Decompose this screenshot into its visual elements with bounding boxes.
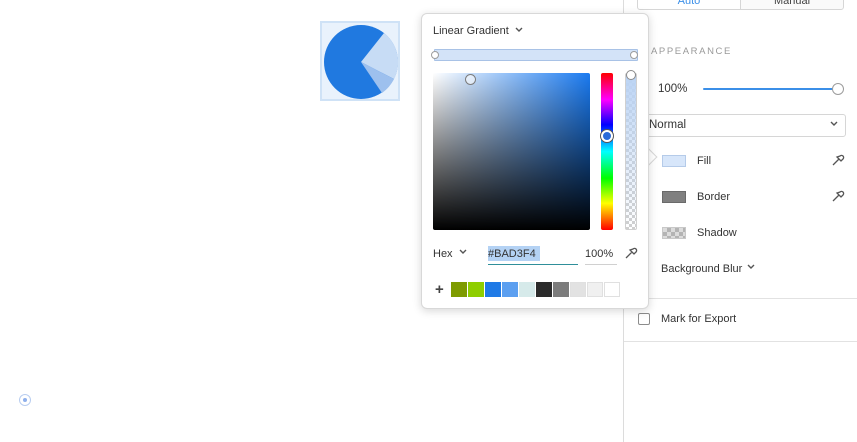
add-swatch-button[interactable]: + <box>435 282 444 297</box>
gradient-bar[interactable] <box>434 49 638 61</box>
opacity-slider-track[interactable] <box>703 88 837 90</box>
eyedropper-icon[interactable] <box>624 246 638 263</box>
color-swatch[interactable] <box>570 282 586 297</box>
saturation-brightness-area[interactable] <box>433 73 590 230</box>
opacity-value[interactable]: 100% <box>658 83 687 95</box>
border-color-swatch[interactable] <box>662 191 686 203</box>
fill-label: Fill <box>697 155 712 167</box>
appearance-header: APPEARANCE <box>651 46 732 57</box>
chevron-down-icon[interactable] <box>746 262 756 275</box>
inspector-panel: Auto Manual APPEARANCE 100% Normal Fill … <box>623 0 857 442</box>
color-swatch[interactable] <box>502 282 518 297</box>
color-swatch[interactable] <box>587 282 603 297</box>
border-label: Border <box>697 191 731 203</box>
artboard-origin-handle[interactable] <box>19 394 31 406</box>
section-divider <box>624 298 857 299</box>
color-swatch[interactable] <box>451 282 467 297</box>
gradient-stop-start[interactable] <box>431 51 439 59</box>
color-mode-select[interactable]: Hex <box>433 248 453 260</box>
section-divider <box>624 341 857 342</box>
gradient-stop-end[interactable] <box>630 51 638 59</box>
chevron-down-icon[interactable] <box>458 247 468 260</box>
color-opacity-value[interactable]: 100% <box>585 248 613 260</box>
color-swatch[interactable] <box>468 282 484 297</box>
eyedropper-icon[interactable] <box>831 153 845 170</box>
shadow-color-swatch[interactable] <box>662 227 686 239</box>
pie-shape[interactable] <box>324 25 398 99</box>
hue-slider[interactable] <box>601 73 613 230</box>
hue-slider-handle[interactable] <box>601 130 613 142</box>
color-area-handle[interactable] <box>465 74 476 85</box>
blend-mode-select[interactable]: Normal <box>640 114 846 137</box>
chevron-down-icon <box>829 119 839 132</box>
opacity-underline <box>585 264 617 265</box>
shadow-label: Shadow <box>697 227 737 239</box>
alpha-slider-handle[interactable] <box>626 70 636 80</box>
eyedropper-icon[interactable] <box>831 189 845 206</box>
mark-for-export-checkbox[interactable] <box>638 313 650 325</box>
segment-manual[interactable]: Manual <box>740 0 844 10</box>
color-swatch[interactable] <box>519 282 535 297</box>
gradient-type-select[interactable]: Linear Gradient <box>433 25 509 37</box>
color-swatch[interactable] <box>604 282 620 297</box>
alpha-slider[interactable] <box>625 73 637 230</box>
color-swatch[interactable] <box>536 282 552 297</box>
chevron-down-icon[interactable] <box>514 25 524 38</box>
segment-auto[interactable]: Auto <box>637 0 741 10</box>
mark-for-export-label: Mark for Export <box>661 313 737 325</box>
color-picker-popover: Linear Gradient Hex 100% + <box>421 13 649 309</box>
color-swatch[interactable] <box>485 282 501 297</box>
color-swatch[interactable] <box>553 282 569 297</box>
opacity-slider-knob[interactable] <box>832 83 844 95</box>
hex-input[interactable] <box>488 244 578 265</box>
blend-mode-value: Normal <box>649 119 687 131</box>
fill-color-swatch[interactable] <box>662 155 686 167</box>
background-blur-label[interactable]: Background Blur <box>661 263 742 275</box>
